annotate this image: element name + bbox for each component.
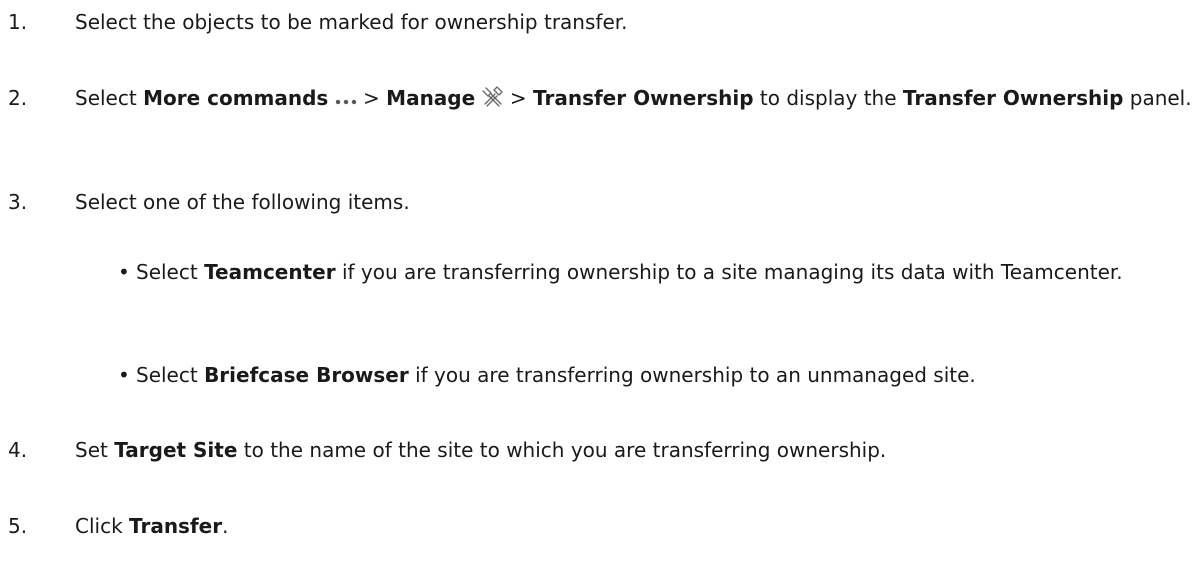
step-text-part: to display the: [753, 86, 903, 110]
step-number: 3.: [8, 190, 28, 214]
command-name-more-commands: More commands: [143, 86, 329, 110]
step-text-part: Select: [75, 86, 144, 110]
option-text-part: if you are transferring ownership to an …: [408, 363, 976, 387]
bullet-dot: •: [118, 260, 130, 284]
step-text: Set Target Site to the name of the site …: [75, 436, 1198, 464]
step-text-part: Set: [75, 438, 115, 462]
step-text: Select one of the following items.: [75, 188, 1198, 216]
separator: >: [356, 86, 387, 110]
step-text: Select More commands > Manage > Transfer…: [75, 84, 1198, 114]
step-number: 5.: [8, 514, 28, 538]
step-text-part: panel.: [1123, 86, 1192, 110]
bullet-dot: •: [118, 363, 130, 387]
step-text: Click Transfer.: [75, 512, 1198, 540]
step-number: 4.: [8, 438, 28, 462]
button-name-transfer: Transfer: [129, 514, 223, 538]
option-text-part: Select: [136, 260, 205, 284]
option-name-teamcenter: Teamcenter: [204, 260, 336, 284]
command-name-manage: Manage: [386, 86, 476, 110]
procedure-document: 1. Select the objects to be marked for o…: [0, 0, 1204, 561]
step-text-part: .: [222, 514, 229, 538]
option-name-briefcase-browser: Briefcase Browser: [204, 363, 409, 387]
option-text-part: Select: [136, 363, 205, 387]
option-text-part: if you are transferring ownership to a s…: [335, 260, 1123, 284]
more-commands-icon: [335, 86, 357, 114]
step-text-part: Click: [75, 514, 130, 538]
option-text: Select Teamcenter if you are transferrin…: [136, 258, 1198, 286]
command-name-transfer-ownership: Transfer Ownership: [533, 86, 754, 110]
separator: >: [503, 86, 534, 110]
step-text-part: to the name of the site to which you are…: [237, 438, 887, 462]
step-number: 1.: [8, 10, 28, 34]
field-name-target-site: Target Site: [114, 438, 238, 462]
panel-name-transfer-ownership: Transfer Ownership: [902, 86, 1124, 110]
step-number: 2.: [8, 86, 28, 110]
step-text-part: Select one of the following items.: [75, 190, 410, 214]
option-text: Select Briefcase Browser if you are tran…: [136, 361, 1198, 389]
step-text: Select the objects to be marked for owne…: [75, 8, 1198, 36]
manage-icon: [481, 85, 504, 114]
step-text-part: Select the objects to be marked for owne…: [75, 10, 628, 34]
